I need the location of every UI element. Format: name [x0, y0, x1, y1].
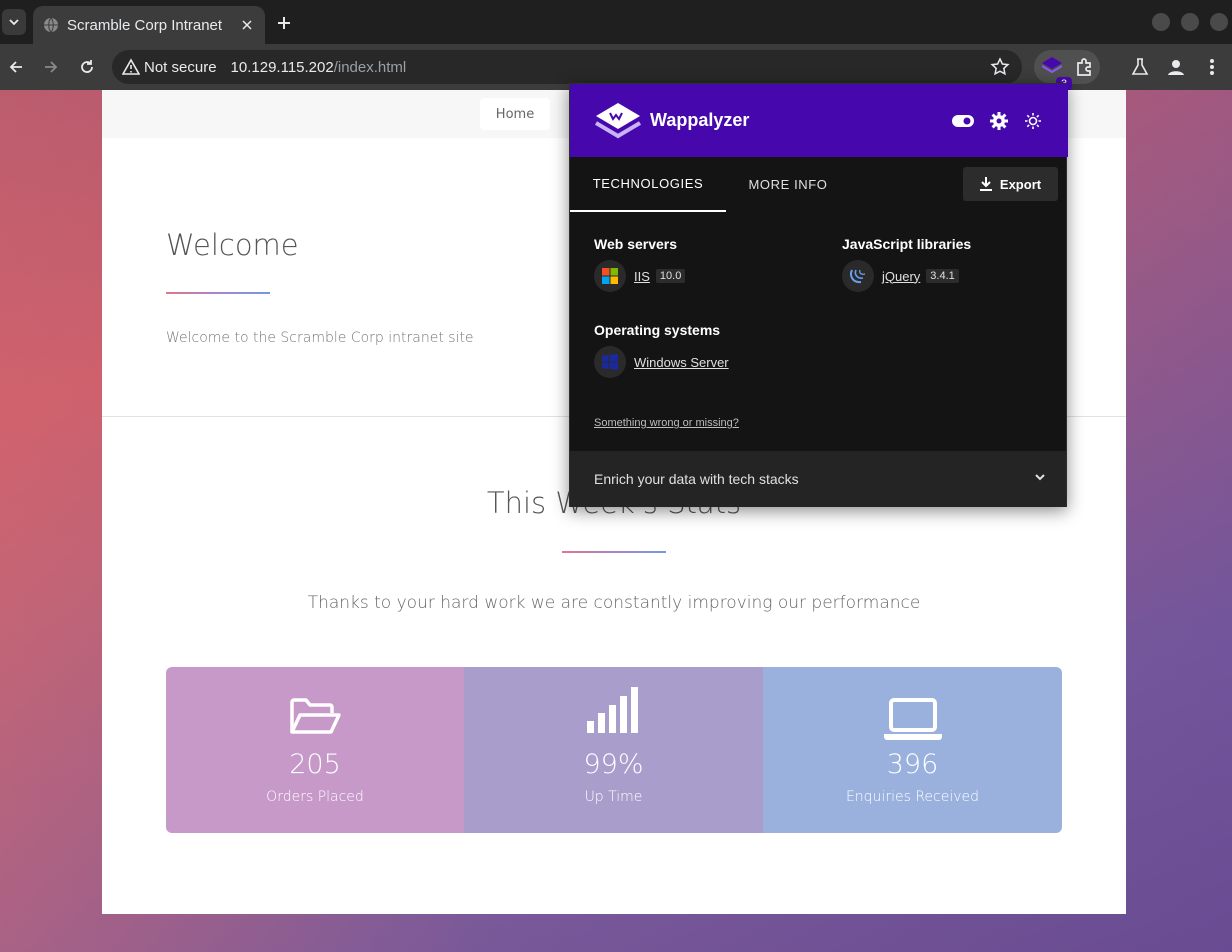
- tab-more-info[interactable]: MORE INFO: [726, 157, 850, 212]
- globe-icon: [44, 17, 58, 33]
- enrich-label: Enrich your data with tech stacks: [594, 471, 799, 487]
- tab-strip: Scramble Corp Intranet: [0, 0, 1232, 44]
- welcome-underline: [166, 292, 270, 294]
- bookmark-star-icon[interactable]: [990, 57, 1010, 77]
- category-js-libraries: JavaScript libraries: [842, 236, 972, 252]
- gear-icon: [990, 112, 1008, 130]
- forward-button[interactable]: [38, 54, 64, 80]
- laptop-icon: [883, 698, 942, 740]
- export-button[interactable]: Export: [963, 167, 1058, 201]
- wappalyzer-theme-button[interactable]: [1022, 110, 1044, 132]
- stats-subtitle: Thanks to your hard work we are constant…: [307, 593, 921, 613]
- browser-menu-button[interactable]: [1199, 54, 1225, 80]
- tech-name[interactable]: IIS: [634, 269, 650, 284]
- download-icon: [979, 177, 992, 191]
- wappalyzer-title: Wappalyzer: [650, 110, 750, 130]
- reload-button[interactable]: [74, 54, 100, 80]
- window-minimize-button[interactable]: [1152, 13, 1170, 31]
- welcome-title: Welcome: [166, 228, 299, 262]
- warning-icon: [122, 58, 140, 75]
- wappalyzer-tabs: TECHNOLOGIES MORE INFO Export: [570, 157, 1068, 212]
- sun-icon: [1025, 113, 1041, 129]
- jquery-icon: [850, 269, 866, 284]
- stat-label: Enquiries Received: [845, 789, 980, 805]
- tech-version: 10.0: [655, 269, 686, 283]
- puzzle-icon: [1077, 58, 1091, 76]
- report-wrong-link[interactable]: Something wrong or missing?: [594, 417, 739, 429]
- tab-technologies[interactable]: TECHNOLOGIES: [570, 157, 726, 212]
- new-tab-button[interactable]: [273, 12, 295, 34]
- folder-open-icon: [290, 698, 341, 734]
- tech-item-windows-server[interactable]: Windows Server: [594, 346, 735, 378]
- url-host: 10.129.115.202: [230, 58, 334, 76]
- window-close-button[interactable]: [1210, 13, 1228, 31]
- back-button[interactable]: [3, 54, 29, 80]
- tech-version: 3.4.1: [926, 269, 959, 283]
- iis-icon: [602, 268, 618, 284]
- chevron-down-icon: [9, 19, 19, 26]
- wappalyzer-popup: Wappalyzer TECHNOLOGIES MORE INFO Export…: [569, 83, 1068, 507]
- category-operating-systems: Operating systems: [594, 322, 721, 338]
- url-path: /index.html: [333, 58, 407, 76]
- arrow-right-icon: [45, 61, 58, 73]
- stat-value: 205: [289, 749, 341, 780]
- stats-underline: [562, 551, 666, 553]
- stat-label: Orders Placed: [266, 789, 364, 805]
- security-status[interactable]: Not secure: [144, 59, 217, 76]
- chevron-down-icon: [1035, 474, 1045, 481]
- address-bar[interactable]: Not secure 10.129.115.202/index.html: [112, 50, 1022, 84]
- extensions-button[interactable]: [1074, 56, 1096, 83]
- window-maximize-button[interactable]: [1181, 13, 1199, 31]
- wappalyzer-toggle[interactable]: [952, 110, 974, 132]
- person-icon: [1168, 60, 1184, 75]
- stat-card-uptime: 99% Up Time: [464, 667, 763, 833]
- labs-button[interactable]: [1127, 54, 1153, 80]
- tech-name[interactable]: jQuery: [882, 269, 920, 284]
- enrich-section[interactable]: Enrich your data with tech stacks: [570, 451, 1066, 507]
- tech-item-iis[interactable]: IIS 10.0: [594, 260, 686, 292]
- stat-value: 99%: [583, 749, 644, 780]
- browser-tab[interactable]: Scramble Corp Intranet: [33, 6, 265, 44]
- wappalyzer-settings-button[interactable]: [988, 110, 1010, 132]
- stat-card-orders: 205 Orders Placed: [166, 667, 464, 833]
- profile-button[interactable]: [1163, 54, 1189, 80]
- tab-close-button[interactable]: [239, 17, 255, 33]
- stat-value: 396: [886, 749, 939, 780]
- wappalyzer-logo-icon: [594, 103, 642, 139]
- stat-label: Up Time: [584, 789, 643, 805]
- export-label: Export: [999, 176, 1042, 192]
- nav-home-link[interactable]: Home: [480, 98, 550, 130]
- close-icon: [242, 20, 252, 30]
- tab-title: Scramble Corp Intranet: [67, 16, 223, 34]
- windows-icon: [602, 354, 618, 370]
- tech-name[interactable]: Windows Server: [634, 355, 729, 370]
- toggle-icon: [952, 115, 974, 127]
- tab-search-button[interactable]: [2, 9, 26, 35]
- wappalyzer-header: Wappalyzer: [570, 84, 1068, 157]
- stat-card-enquiries: 396 Enquiries Received: [763, 667, 1062, 833]
- arrow-left-icon: [9, 61, 22, 73]
- plus-icon: [278, 17, 290, 29]
- category-web-servers: Web servers: [594, 236, 678, 252]
- extensions-group: 3: [1034, 50, 1100, 91]
- welcome-text: Welcome to the Scramble Corp intranet si…: [166, 330, 474, 346]
- reload-icon: [81, 60, 93, 73]
- flask-icon: [1131, 58, 1149, 75]
- wappalyzer-extension-button[interactable]: 3: [1041, 57, 1072, 91]
- tech-item-jquery[interactable]: jQuery 3.4.1: [842, 260, 959, 292]
- signal-bars-icon: [586, 687, 638, 733]
- kebab-menu-icon: [1210, 59, 1214, 75]
- wappalyzer-icon: [1041, 57, 1063, 74]
